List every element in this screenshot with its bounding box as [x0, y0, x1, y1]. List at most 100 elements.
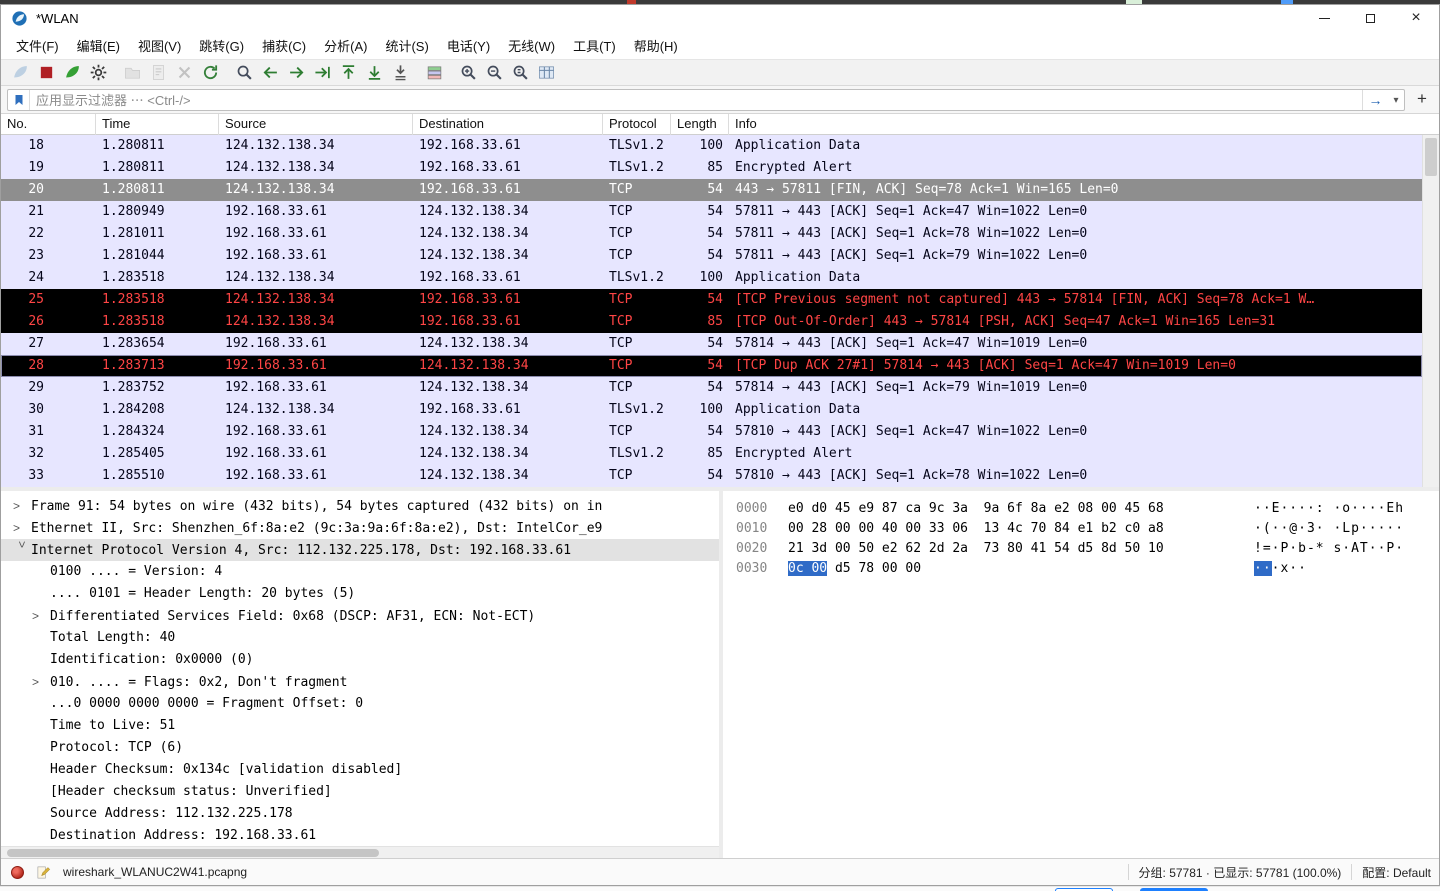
- menu-item-file[interactable]: 文件(F): [7, 32, 68, 59]
- packet-cell-dst: 124.132.138.34: [419, 204, 529, 219]
- minimize-button[interactable]: [1301, 5, 1347, 31]
- detail-line[interactable]: [Header checksum status: Unverified]: [1, 781, 719, 803]
- restart-capture-button[interactable]: [59, 61, 85, 85]
- hex-line[interactable]: 0000 e0 d0 45 e9 87 ca 9c 3a 9a 6f 8a e2 …: [736, 499, 1439, 519]
- go-to-packet-button[interactable]: [309, 61, 335, 85]
- menu-item-tools[interactable]: 工具(T): [564, 32, 625, 59]
- detail-line[interactable]: ...0 0000 0000 0000 = Fragment Offset: 0: [1, 693, 719, 715]
- save-file-button[interactable]: [145, 61, 171, 85]
- packet-row[interactable]: 28 1.283713 192.168.33.61 124.132.138.34 TCP…: [1, 355, 1422, 377]
- packet-row[interactable]: 20 1.280811 124.132.138.34 192.168.33.61 TCP…: [1, 179, 1422, 201]
- column-header-destination[interactable]: Destination: [413, 114, 603, 135]
- column-header-time[interactable]: Time: [96, 114, 219, 135]
- display-filter-field[interactable]: → ▾: [7, 89, 1405, 111]
- packet-row[interactable]: 27 1.283654 192.168.33.61 124.132.138.34 TCP…: [1, 333, 1422, 355]
- menu-item-edit[interactable]: 编辑(E): [68, 32, 129, 59]
- packet-row[interactable]: 19 1.280811 124.132.138.34 192.168.33.61 TLS…: [1, 157, 1422, 179]
- hex-line[interactable]: 0010 00 28 00 00 40 00 33 06 13 4c 70 84 …: [736, 519, 1439, 539]
- menu-item-go[interactable]: 跳转(G): [190, 32, 253, 59]
- packet-row[interactable]: 31 1.284324 192.168.33.61 124.132.138.34 TCP…: [1, 421, 1422, 443]
- packet-row[interactable]: 23 1.281044 192.168.33.61 124.132.138.34 TCP…: [1, 245, 1422, 267]
- start-capture-button[interactable]: [7, 61, 33, 85]
- packet-row[interactable]: 30 1.284208 124.132.138.34 192.168.33.61 TLS…: [1, 399, 1422, 421]
- detail-line[interactable]: >010. .... = Flags: 0x2, Don't fragment: [1, 671, 719, 693]
- reload-file-button[interactable]: [197, 61, 223, 85]
- detail-line[interactable]: Time to Live: 51: [1, 715, 719, 737]
- go-forward-button[interactable]: [283, 61, 309, 85]
- column-header-protocol[interactable]: Protocol: [603, 114, 671, 135]
- detail-line[interactable]: Total Length: 40: [1, 627, 719, 649]
- packet-row[interactable]: 18 1.280811 124.132.138.34 192.168.33.61 TLS…: [1, 135, 1422, 157]
- packet-row[interactable]: 29 1.283752 192.168.33.61 124.132.138.34 TCP…: [1, 377, 1422, 399]
- bookmark-icon[interactable]: [8, 90, 30, 110]
- expander-icon[interactable]: >: [11, 541, 33, 559]
- packet-list-scrollbar[interactable]: [1422, 135, 1439, 487]
- title-bar[interactable]: *WLAN ×: [1, 5, 1439, 31]
- scrollbar-thumb[interactable]: [7, 849, 379, 857]
- column-header-source[interactable]: Source: [219, 114, 413, 135]
- capture-options-button[interactable]: [85, 61, 111, 85]
- menu-item-help[interactable]: 帮助(H): [625, 32, 687, 59]
- menu-item-statistics[interactable]: 统计(S): [376, 32, 437, 59]
- detail-line[interactable]: 0100 .... = Version: 4: [1, 561, 719, 583]
- expander-icon[interactable]: >: [32, 605, 50, 627]
- go-last-packet-button[interactable]: [361, 61, 387, 85]
- detail-horizontal-scrollbar[interactable]: [1, 846, 719, 858]
- packet-row[interactable]: 24 1.283518 124.132.138.34 192.168.33.61 TLS…: [1, 267, 1422, 289]
- open-file-button[interactable]: [119, 61, 145, 85]
- detail-line[interactable]: .... 0101 = Header Length: 20 bytes (5): [1, 583, 719, 605]
- packet-row[interactable]: 22 1.281011 192.168.33.61 124.132.138.34 TCP…: [1, 223, 1422, 245]
- detail-line[interactable]: Identification: 0x0000 (0): [1, 649, 719, 671]
- filter-dropdown-caret-icon[interactable]: ▾: [1388, 95, 1404, 106]
- colorize-packets-button[interactable]: [421, 61, 447, 85]
- go-back-button[interactable]: [257, 61, 283, 85]
- expander-icon[interactable]: >: [32, 671, 50, 693]
- profile-text[interactable]: 配置: Default: [1362, 864, 1431, 881]
- detail-line[interactable]: Source Address: 112.132.225.178: [1, 803, 719, 825]
- detail-line[interactable]: > Frame 91: 54 bytes on wire (432 bits), …: [1, 495, 719, 517]
- menu-item-capture[interactable]: 捕获(C): [253, 32, 315, 59]
- detail-line[interactable]: > Ethernet II, Src: Shenzhen_6f:8a:e2 (9c…: [1, 517, 719, 539]
- menu-item-telephony[interactable]: 电话(Y): [438, 32, 499, 59]
- packet-row[interactable]: 32 1.285405 192.168.33.61 124.132.138.34 TLS…: [1, 443, 1422, 465]
- zoom-out-button[interactable]: [481, 61, 507, 85]
- packet-cell-proto: TCP: [609, 358, 633, 373]
- detail-line[interactable]: > Differentiated Services Field: 0x68 (DS…: [1, 605, 719, 627]
- packet-row[interactable]: 25 1.283518 124.132.138.34 192.168.33.61 TCP…: [1, 289, 1422, 311]
- scrollbar-thumb[interactable]: [1425, 138, 1437, 176]
- packet-row[interactable]: 26 1.283518 124.132.138.34 192.168.33.61 TCP…: [1, 311, 1422, 333]
- hex-line[interactable]: 0030 0c 00 d5 78 00 00 ···x··: [736, 559, 1439, 579]
- packet-row[interactable]: 33 1.285510 192.168.33.61 124.132.138.34 TCP…: [1, 465, 1422, 487]
- packet-list-header: No. Time Source Destination Protocol Length In…: [1, 114, 1439, 135]
- menu-item-view[interactable]: 视图(V): [129, 32, 190, 59]
- auto-scroll-button[interactable]: [387, 61, 413, 85]
- go-first-packet-button[interactable]: [335, 61, 361, 85]
- column-header-no[interactable]: No.: [1, 114, 96, 135]
- resize-columns-button[interactable]: [533, 61, 559, 85]
- stop-capture-button[interactable]: [33, 61, 59, 85]
- apply-filter-button[interactable]: →: [1362, 90, 1388, 110]
- menu-item-wireless[interactable]: 无线(W): [499, 32, 564, 59]
- capture-comment-icon[interactable]: [36, 865, 51, 880]
- packet-cell-info: Encrypted Alert: [735, 160, 853, 175]
- maximize-button[interactable]: [1347, 5, 1393, 31]
- column-header-info[interactable]: Info: [729, 114, 1439, 135]
- detail-line[interactable]: > Internet Protocol Version 4, Src: 112.1…: [1, 539, 719, 561]
- detail-line[interactable]: Destination Address: 192.168.33.61: [1, 825, 719, 847]
- detail-line[interactable]: Protocol: TCP (6): [1, 737, 719, 759]
- expert-info-icon[interactable]: [11, 865, 24, 879]
- zoom-100-button[interactable]: [507, 61, 533, 85]
- filter-text-input[interactable]: [30, 92, 1362, 108]
- add-filter-button[interactable]: +: [1411, 89, 1433, 111]
- find-packet-button[interactable]: [231, 61, 257, 85]
- expander-icon[interactable]: >: [13, 517, 31, 539]
- detail-line[interactable]: Header Checksum: 0x134c [validation disa…: [1, 759, 719, 781]
- column-header-length[interactable]: Length: [671, 114, 729, 135]
- close-button[interactable]: ×: [1393, 5, 1439, 31]
- zoom-in-button[interactable]: [455, 61, 481, 85]
- expander-icon[interactable]: >: [13, 495, 31, 517]
- hex-line[interactable]: 0020 21 3d 00 50 e2 62 2d 2a 73 80 41 54 …: [736, 539, 1439, 559]
- packet-row[interactable]: 21 1.280949 192.168.33.61 124.132.138.34 TCP…: [1, 201, 1422, 223]
- menu-item-analyze[interactable]: 分析(A): [315, 32, 376, 59]
- close-file-button[interactable]: [171, 61, 197, 85]
